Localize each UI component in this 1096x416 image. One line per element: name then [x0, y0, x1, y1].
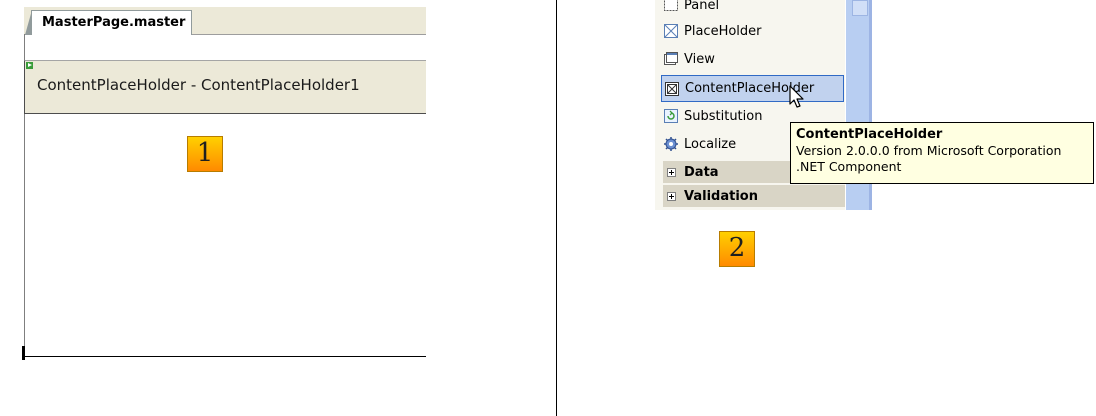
- panel-icon: [663, 0, 679, 13]
- expand-icon[interactable]: [667, 191, 676, 201]
- tab-masterpage[interactable]: MasterPage.master: [24, 10, 193, 35]
- substitution-icon: [663, 108, 679, 124]
- toolbox-item-view[interactable]: View: [663, 46, 715, 72]
- toolbox-item-localize[interactable]: Localize: [663, 131, 736, 157]
- toolbox-item-label: View: [684, 51, 715, 67]
- placeholder-icon: [663, 23, 679, 39]
- toolbox-item-contentplaceholder[interactable]: ContentPlaceHolder: [661, 75, 844, 102]
- toolbox-category-validation[interactable]: Validation: [663, 185, 845, 207]
- content-placeholder-bottom-border: [24, 356, 426, 357]
- localize-gear-icon: [663, 136, 679, 152]
- mouse-pointer-icon: [789, 85, 804, 108]
- cursor-caret: [22, 346, 25, 360]
- expand-icon[interactable]: [667, 167, 676, 177]
- content-placeholder-label: ContentPlaceHolder - ContentPlaceHolder1: [37, 76, 360, 94]
- toolbox-item-label: Substitution: [684, 108, 763, 124]
- toolbox-item-label: Localize: [684, 136, 737, 152]
- callout-badge-1: 1: [187, 136, 223, 172]
- panel-divider: [556, 0, 557, 416]
- tooltip-component: .NET Component: [796, 159, 902, 174]
- toolbox-item-substitution[interactable]: Substitution: [663, 103, 762, 129]
- category-label: Data: [684, 164, 719, 180]
- toolbox-item-placeholder[interactable]: PlaceHolder: [663, 18, 762, 44]
- smart-tag-icon[interactable]: [26, 62, 33, 69]
- editor-crop-edge: [426, 0, 432, 416]
- contentplaceholder-icon: [664, 81, 680, 97]
- toolbox-item-label: PlaceHolder: [684, 23, 762, 39]
- callout-badge-2: 2: [719, 231, 755, 267]
- scrollbar-thumb[interactable]: [852, 0, 868, 16]
- category-label: Validation: [684, 188, 758, 204]
- view-icon: [663, 51, 679, 67]
- tooltip: ContentPlaceHolder Version 2.0.0.0 from …: [790, 122, 1094, 184]
- toolbox-item-panel[interactable]: Panel: [663, 0, 719, 18]
- document-tab-strip: MasterPage.master: [24, 7, 426, 35]
- toolbox-item-label: Panel: [684, 0, 720, 13]
